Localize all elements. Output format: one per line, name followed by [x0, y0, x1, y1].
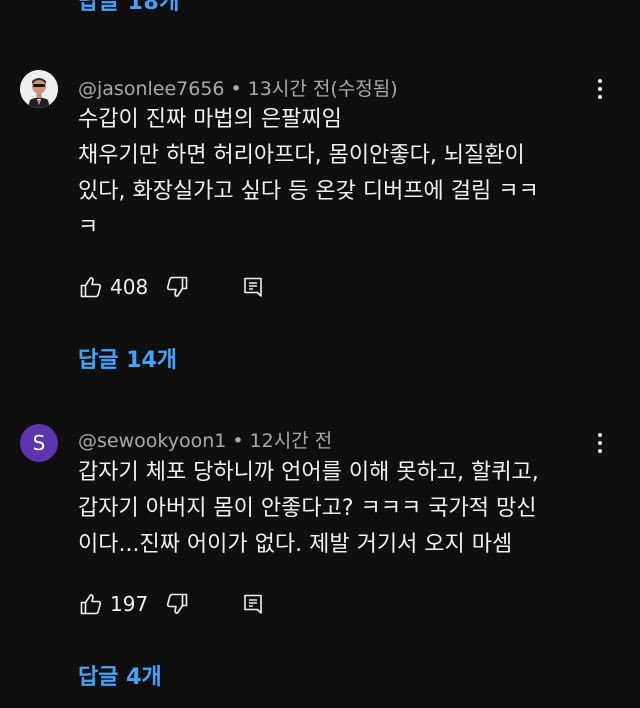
dislike-button[interactable] [164, 591, 190, 617]
comment-line: 갑자기 아버지 몸이 안좋다고? ㅋㅋㅋ 국가적 망신 [78, 496, 537, 521]
thumbs-down-icon [166, 276, 188, 297]
more-dot [598, 95, 602, 99]
reply-button[interactable] [240, 274, 266, 300]
thumbs-up-icon [80, 594, 102, 615]
comment-meta: @jasonlee7656 • 13시간 전(수정됨) [78, 74, 398, 101]
comment-line: 채우기만 하면 허리아프다, 몸이안좋다, 뇌질환이 [78, 143, 525, 168]
reply-comment-icon [244, 594, 262, 614]
comment-text: 수갑이 진짜 마법의 은팔찌임 채우기만 하면 허리아프다, 몸이안좋다, 뇌질… [78, 102, 598, 246]
more-vertical-icon [598, 79, 602, 83]
like-button[interactable] [78, 591, 104, 617]
comment-line: 갑자기 체포 당하니까 언어를 이해 못하고, 할퀴고, [78, 460, 539, 485]
comment-line: 수갑이 진짜 마법의 은팔찌임 [78, 107, 342, 132]
comment-time[interactable]: 13시간 전(수정됨) [248, 78, 398, 100]
comment-line: ㅋ [78, 215, 99, 240]
comment-text: 갑자기 체포 당하니까 언어를 이해 못하고, 할퀴고, 갑자기 아버지 몸이 … [78, 455, 598, 563]
avatar[interactable] [20, 70, 58, 108]
view-replies-button[interactable]: 답글 14개 [78, 342, 177, 374]
view-replies-button[interactable]: 답글 4개 [78, 659, 162, 691]
avatar[interactable]: S [20, 424, 58, 462]
reply-comment-icon [244, 277, 262, 297]
reply-button[interactable] [240, 591, 266, 617]
like-button[interactable] [78, 274, 104, 300]
thumbs-down-icon [166, 593, 188, 614]
comment-actions: 197 [78, 589, 266, 619]
like-count: 197 [110, 592, 149, 616]
more-options-button[interactable] [588, 428, 612, 458]
separator-dot: • [230, 78, 242, 100]
more-dot [598, 449, 602, 453]
more-dot [598, 87, 602, 91]
more-vertical-icon [598, 433, 602, 437]
thumbs-up-icon [80, 277, 102, 298]
more-options-button[interactable] [588, 74, 612, 104]
comment-author[interactable]: @sewookyoon1 [78, 430, 226, 452]
comment-actions: 408 [78, 272, 266, 302]
more-dot [598, 441, 602, 445]
like-count: 408 [110, 275, 149, 299]
comment-time[interactable]: 12시간 전 [250, 430, 333, 452]
previous-replies-link[interactable]: 답글 18개 [78, 0, 180, 16]
comment-line: 이다...진짜 어이가 없다. 제발 거기서 오지 마셈 [78, 532, 513, 557]
dislike-button[interactable] [164, 274, 190, 300]
comment-meta: @sewookyoon1 • 12시간 전 [78, 426, 332, 453]
avatar-letter: S [32, 431, 46, 455]
comment-author[interactable]: @jasonlee7656 [78, 78, 225, 100]
separator-dot: • [232, 430, 244, 452]
comment-line: 있다, 화장실가고 싶다 등 온갖 디버프에 걸림 ㅋㅋ [78, 179, 539, 204]
avatar-photo-icon [20, 70, 58, 108]
